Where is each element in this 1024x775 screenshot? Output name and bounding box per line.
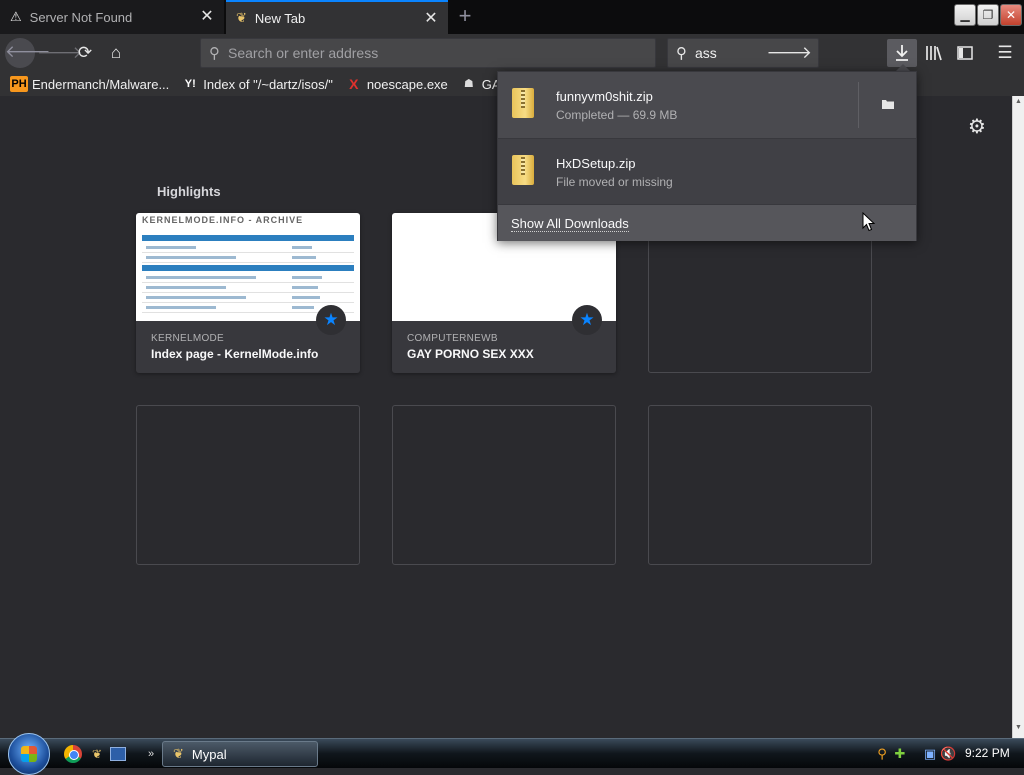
bookmark-item[interactable]: X noescape.exe <box>345 76 448 92</box>
pornhub-favicon-icon: PH <box>10 76 28 92</box>
highlight-card[interactable]: KERNELMODE.INFO - ARCHIVE ★ KERNELMODE I… <box>136 213 360 373</box>
scroll-up-arrow-icon[interactable]: ▲ <box>1015 98 1023 105</box>
nav-toolbar: 🡐 🡒 ⟳ ⌂ ⚲ ⚲ 🡒 ☰ <box>0 34 1024 72</box>
maximize-button[interactable]: ❐ <box>977 4 999 26</box>
close-tab-icon[interactable]: ✕ <box>422 10 440 28</box>
home-button[interactable]: ⌂ <box>101 39 131 67</box>
open-folder-button[interactable] <box>858 82 916 128</box>
mypal-icon: ❦ <box>173 746 184 761</box>
scroll-down-arrow-icon[interactable]: ▼ <box>1015 724 1023 731</box>
downloads-button[interactable] <box>887 39 917 67</box>
bookmark-label: Endermanch/Malware... <box>32 76 170 92</box>
search-go-arrow-icon[interactable]: 🡒 <box>766 43 812 63</box>
zip-file-icon <box>512 155 534 185</box>
library-icon <box>926 46 942 61</box>
tab-server-not-found[interactable]: ⚠ Server Not Found ✕ <box>0 0 224 34</box>
card-title: GAY PORNO SEX XXX <box>407 347 534 361</box>
search-icon: ⚲ <box>676 45 687 62</box>
download-arrow-icon <box>896 45 908 61</box>
download-filename: HxDSetup.zip <box>556 156 636 171</box>
url-bar[interactable]: ⚲ <box>200 38 656 68</box>
search-icon: ⚲ <box>209 45 220 62</box>
bookmark-item[interactable]: PH Endermanch/Malware... <box>10 76 169 92</box>
close-tab-icon[interactable]: ✕ <box>198 8 216 26</box>
show-desktop-icon[interactable] <box>110 747 126 761</box>
taskbar-clock[interactable]: 9:22 PM <box>965 746 1010 760</box>
folder-icon <box>881 100 894 109</box>
show-all-label: Show All Downloads <box>511 216 629 232</box>
reload-button[interactable]: ⟳ <box>70 39 100 67</box>
tab-label: Server Not Found <box>29 9 133 25</box>
sidebar-button[interactable] <box>950 39 980 67</box>
forward-button[interactable]: 🡒 <box>37 39 83 67</box>
start-button[interactable] <box>8 733 50 775</box>
taskbar-item-label: Mypal <box>191 746 227 762</box>
download-filename: funnyvm0shit.zip <box>556 89 653 104</box>
close-window-button[interactable]: ✕ <box>1000 4 1022 26</box>
volume-muted-icon[interactable]: 🔇 <box>940 746 956 762</box>
tab-new-tab[interactable]: ❦ New Tab ✕ <box>226 0 448 34</box>
mypal-quicklaunch-icon[interactable]: ❦ <box>88 745 106 763</box>
back-button[interactable]: 🡐 <box>5 38 51 68</box>
card-host: COMPUTERNEWB <box>407 333 498 344</box>
magnifier-tray-icon[interactable]: ⚲ <box>874 746 890 762</box>
show-all-downloads-button[interactable]: Show All Downloads <box>498 204 916 241</box>
taskbar-item-mypal[interactable]: ❦ Mypal <box>162 741 318 767</box>
chrome-icon[interactable] <box>64 745 82 763</box>
x-favicon-icon: X <box>349 76 359 92</box>
chevron-right-icon[interactable]: » <box>142 745 160 763</box>
pin-star-icon[interactable]: ★ <box>572 305 602 335</box>
hamburger-menu-button[interactable]: ☰ <box>990 39 1020 67</box>
yp-favicon-icon: Y! <box>184 78 196 90</box>
download-item[interactable]: HxDSetup.zip File moved or missing <box>498 138 916 204</box>
mouse-cursor-icon <box>862 212 876 232</box>
zip-file-icon <box>512 88 534 118</box>
empty-highlight-slot <box>136 405 360 565</box>
empty-highlight-slot <box>648 405 872 565</box>
highlights-heading: Highlights <box>157 184 221 199</box>
thumbnail-heading: KERNELMODE.INFO - ARCHIVE <box>142 215 304 225</box>
search-bar[interactable]: ⚲ 🡒 <box>667 38 819 68</box>
new-tab-button[interactable]: + <box>452 4 478 30</box>
library-button[interactable] <box>919 39 949 67</box>
windows-taskbar: ❦ » ❦ Mypal ⚲ ✚ ▣ 🔇 9:22 PM <box>0 733 1024 775</box>
card-title: Index page - KernelMode.info <box>151 347 319 361</box>
bookmark-label: noescape.exe <box>366 76 448 92</box>
card-host: KERNELMODE <box>151 333 225 344</box>
warning-icon: ⚠ <box>10 9 22 24</box>
url-input[interactable] <box>228 45 655 61</box>
network-tray-icon[interactable]: ✚ <box>892 746 908 762</box>
bookmark-label: Index of "/~dartz/isos/" <box>203 76 333 92</box>
mypal-icon: ❦ <box>236 10 247 25</box>
empty-highlight-slot <box>392 405 616 565</box>
site-favicon-icon: ☗ <box>463 78 474 90</box>
pin-star-icon[interactable]: ★ <box>316 305 346 335</box>
download-status: Completed — 69.9 MB <box>556 108 678 122</box>
download-item[interactable]: funnyvm0shit.zip Completed — 69.9 MB <box>498 72 916 138</box>
download-status: File moved or missing <box>556 175 673 189</box>
bookmark-item[interactable]: Y! Index of "/~dartz/isos/" <box>181 76 333 92</box>
monitor-tray-icon[interactable]: ▣ <box>922 746 938 762</box>
tab-label: New Tab <box>254 10 306 26</box>
minimize-button[interactable]: ▁ <box>954 4 976 26</box>
tab-strip: ⚠ Server Not Found ✕ ❦ New Tab ✕ + ▁ ❐ ✕ <box>0 0 1024 34</box>
gear-icon[interactable]: ⚙ <box>966 116 988 138</box>
vertical-scrollbar[interactable]: ▲ ▼ <box>1012 96 1024 738</box>
downloads-panel: funnyvm0shit.zip Completed — 69.9 MB HxD… <box>497 71 917 241</box>
sidebar-icon <box>957 46 973 60</box>
